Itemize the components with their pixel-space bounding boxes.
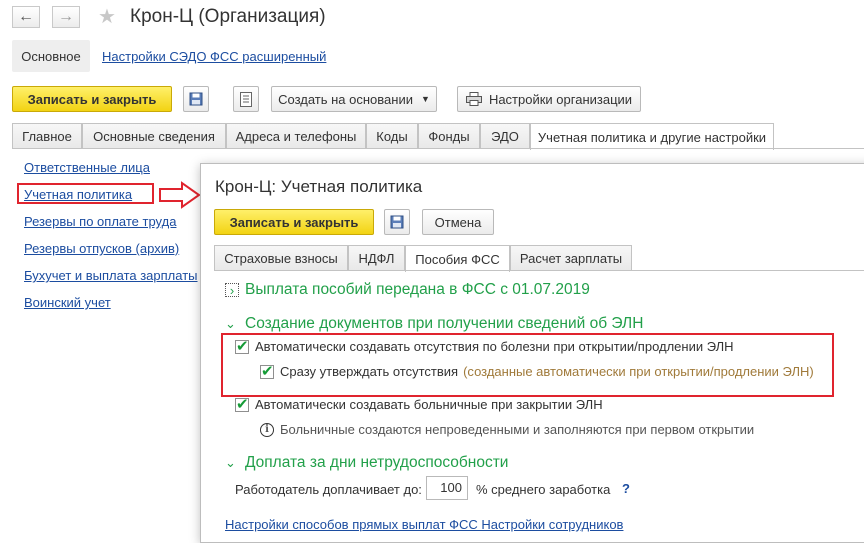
- document-icon: [240, 91, 252, 107]
- star-icon[interactable]: ★: [98, 4, 116, 29]
- section-eln-documents[interactable]: ⌄ Создание документов при получении свед…: [225, 315, 643, 333]
- tab-accounting-policy[interactable]: Учетная политика и другие настройки: [530, 123, 774, 150]
- dialog-tab-divider: [214, 270, 864, 271]
- window-title: Крон-Ц (Организация): [130, 6, 326, 27]
- section-fss-transfer-label: Выплата пособий передана в ФСС с 01.07.2…: [245, 281, 590, 298]
- forward-button[interactable]: →: [52, 6, 80, 28]
- bottom-settings-links[interactable]: Настройки способов прямых выплат ФСС Нас…: [225, 517, 623, 532]
- nav-payroll-reserves[interactable]: Резервы по оплате труда: [24, 214, 176, 229]
- tab-insurance-contributions[interactable]: Страховые взносы: [214, 245, 348, 271]
- dialog-title: Крон-Ц: Учетная политика: [215, 177, 423, 196]
- nav-military-registration[interactable]: Воинский учет: [24, 295, 111, 310]
- checkmark-icon: ✔: [236, 395, 249, 413]
- printer-icon: [465, 92, 482, 106]
- save-button[interactable]: [183, 86, 209, 112]
- arrow-right-icon: →: [58, 8, 74, 25]
- section-disability-surcharge[interactable]: ⌄ Доплата за дни нетрудоспособности: [225, 454, 508, 472]
- arrow-left-icon: ←: [18, 8, 34, 25]
- section-fss-transfer[interactable]: › Выплата пособий передана в ФСС с 01.07…: [225, 281, 590, 299]
- org-settings-button[interactable]: Настройки организации: [457, 86, 641, 112]
- surcharge-percent-suffix: % среднего заработка: [476, 482, 611, 497]
- chevron-down-icon: ⌄: [225, 455, 236, 470]
- auto-sick-leave-checkbox-row[interactable]: ✔ Автоматически создавать больничные при…: [235, 395, 603, 413]
- nav-responsible-persons[interactable]: Ответственные лица: [24, 160, 150, 175]
- tab-ndfl[interactable]: НДФЛ: [348, 245, 405, 271]
- nav-vacation-reserves[interactable]: Резервы отпусков (архив): [24, 241, 179, 256]
- info-icon: i: [260, 422, 274, 437]
- save-close-button[interactable]: Записать и закрыть: [12, 86, 172, 112]
- back-button[interactable]: ←: [12, 6, 40, 28]
- auto-sick-leave-label: Автоматически создавать больничные при з…: [255, 397, 603, 412]
- info-note: i Больничные создаются непроведенными и …: [260, 422, 754, 437]
- section-disability-surcharge-label: Доплата за дни нетрудоспособности: [245, 454, 509, 471]
- subtab-main[interactable]: Основное: [12, 40, 90, 72]
- tab-edo[interactable]: ЭДО: [480, 123, 530, 149]
- dialog-save-button[interactable]: [384, 209, 410, 235]
- dialog-cancel-button[interactable]: Отмена: [422, 209, 494, 235]
- info-note-text: Больничные создаются непроведенными и за…: [280, 422, 755, 437]
- tab-basic-info[interactable]: Основные сведения: [82, 123, 226, 149]
- surcharge-percent-input[interactable]: 100: [426, 476, 468, 500]
- auto-sick-leave-checkbox[interactable]: ✔: [235, 395, 249, 413]
- tab-addresses[interactable]: Адреса и телефоны: [226, 123, 366, 149]
- tab-payroll-calc[interactable]: Расчет зарплаты: [510, 245, 632, 271]
- org-settings-label: Настройки организации: [488, 91, 633, 107]
- dialog-tabs: Страховые взносы НДФЛ Пособия ФСС Расчет…: [214, 245, 864, 272]
- employer-surcharge-label: Работодатель доплачивает до:: [235, 482, 422, 497]
- nav-bookkeeping-payroll[interactable]: Бухучет и выплата зарплаты: [24, 268, 198, 283]
- subtab-sedo-settings[interactable]: Настройки СЭДО ФСС расширенный: [102, 49, 326, 64]
- chevron-down-icon: ⌄: [225, 316, 236, 331]
- tab-funds[interactable]: Фонды: [418, 123, 480, 149]
- highlight-box-nav: [17, 183, 154, 204]
- arrow-right-annotation-icon: [159, 181, 201, 209]
- dialog-save-close-button[interactable]: Записать и закрыть: [214, 209, 374, 235]
- dropdown-arrow-icon: ▼: [420, 94, 430, 104]
- floppy-icon: [390, 215, 404, 229]
- tab-codes[interactable]: Коды: [366, 123, 418, 149]
- tab-fss-benefits[interactable]: Пособия ФСС: [405, 245, 510, 272]
- help-icon[interactable]: ?: [622, 481, 630, 496]
- create-based-button[interactable]: Создать на основании ▼: [271, 86, 437, 112]
- tab-main[interactable]: Главное: [12, 123, 82, 149]
- tab-divider: [12, 148, 864, 149]
- section-eln-documents-label: Создание документов при получении сведен…: [245, 315, 644, 332]
- document-list-button[interactable]: [233, 86, 259, 112]
- create-based-label: Создать на основании: [278, 91, 413, 107]
- chevron-right-icon: ›: [225, 283, 239, 297]
- highlight-box-checkboxes: [221, 333, 834, 397]
- floppy-icon: [189, 92, 203, 106]
